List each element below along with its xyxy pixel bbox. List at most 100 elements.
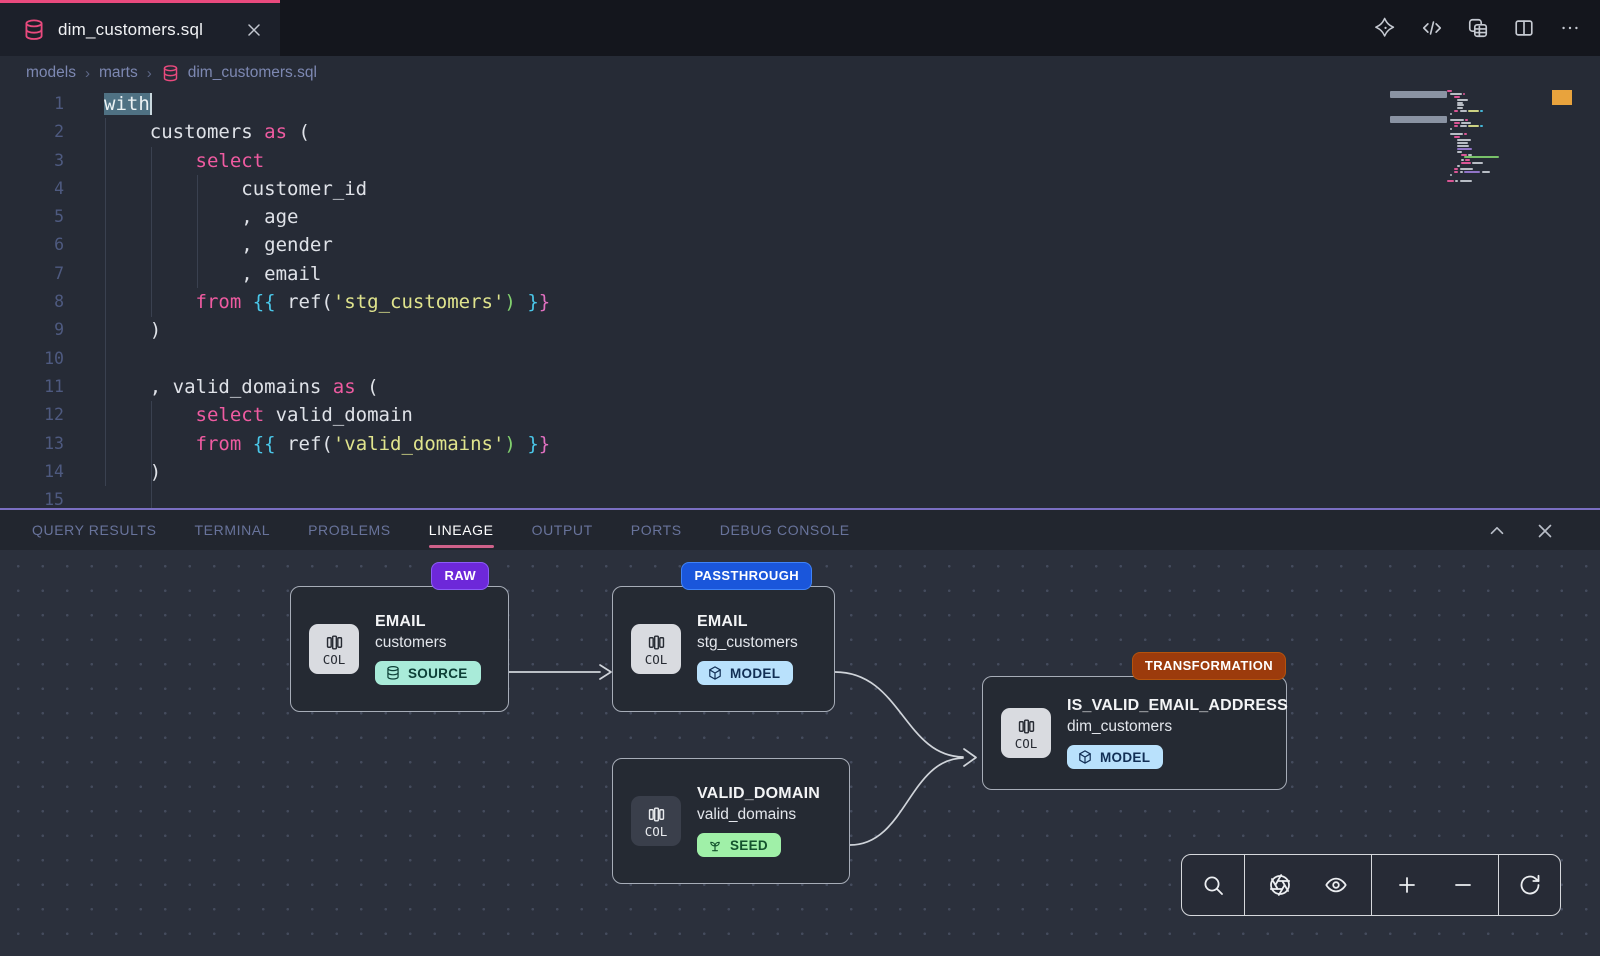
code-token: ) bbox=[504, 433, 515, 455]
minimap-line bbox=[1447, 107, 1533, 109]
minimap-segment bbox=[1450, 119, 1464, 121]
toolbar-group bbox=[1499, 855, 1560, 915]
copy-table bbox=[1467, 17, 1489, 39]
line-number: 6 bbox=[0, 231, 64, 259]
lineage-toolbar-eye-button[interactable] bbox=[1316, 865, 1356, 905]
minimap-line bbox=[1447, 171, 1533, 173]
code-token: } bbox=[527, 291, 538, 313]
panel-header-icons bbox=[1486, 510, 1556, 552]
breadcrumb-label: models bbox=[26, 64, 76, 82]
close-panel-button[interactable] bbox=[1534, 520, 1556, 542]
minimap-line bbox=[1447, 180, 1533, 182]
columns-icon bbox=[1017, 717, 1036, 736]
minimap-line bbox=[1447, 128, 1533, 130]
minimap-line bbox=[1447, 168, 1533, 170]
panel-tab-query-results[interactable]: QUERY RESULTS bbox=[32, 509, 157, 551]
copy-table-button[interactable] bbox=[1466, 16, 1490, 40]
panel-tab-terminal[interactable]: TERMINAL bbox=[195, 509, 271, 551]
node-model-name: stg_customers bbox=[697, 634, 798, 652]
minimap-line bbox=[1447, 99, 1533, 101]
code-line: customer_id bbox=[104, 175, 550, 203]
minimap-segment bbox=[1447, 90, 1452, 92]
code-content[interactable]: with customers as ( select customer_id ,… bbox=[104, 90, 550, 508]
panel-tab-problems[interactable]: PROBLEMS bbox=[308, 509, 391, 551]
column-block-label: COL bbox=[323, 653, 346, 666]
toolbar-group bbox=[1372, 855, 1499, 915]
code-editor[interactable]: 123456789101112131415 with customers as … bbox=[0, 90, 1600, 508]
more-ellipsis-button[interactable] bbox=[1558, 16, 1582, 40]
code-token: select bbox=[196, 150, 265, 172]
dbt-logo bbox=[1375, 17, 1397, 39]
code-line: select bbox=[104, 147, 550, 175]
minimap-line bbox=[1447, 177, 1533, 179]
minimap-segment bbox=[1460, 180, 1473, 182]
lineage-toolbar-aperture-button[interactable] bbox=[1260, 865, 1300, 905]
line-number: 7 bbox=[0, 260, 64, 288]
minimap-segment bbox=[1461, 162, 1471, 164]
node-body: EMAILstg_customersMODEL bbox=[697, 613, 798, 685]
node-column-name: VALID_DOMAIN bbox=[697, 785, 820, 803]
node-model-name: dim_customers bbox=[1067, 718, 1172, 736]
line-number: 14 bbox=[0, 458, 64, 486]
code-token bbox=[516, 291, 527, 313]
code-token: {{ bbox=[253, 433, 276, 455]
breadcrumb-label: dim_customers.sql bbox=[188, 64, 317, 82]
overview-ruler-marker bbox=[1552, 90, 1572, 105]
lineage-toolbar-zoom-out-button[interactable] bbox=[1443, 865, 1483, 905]
panel-tab-lineage[interactable]: LINEAGE bbox=[429, 509, 494, 551]
minimap[interactable] bbox=[1447, 90, 1533, 508]
minimap-line bbox=[1447, 102, 1533, 104]
lineage-toolbar-zoom-in-button[interactable] bbox=[1387, 865, 1427, 905]
minimap-decoration bbox=[1390, 91, 1447, 98]
code-token: customer_id bbox=[104, 178, 367, 200]
breadcrumb-item-marts[interactable]: marts bbox=[99, 64, 138, 82]
lineage-toolbar-refresh-button[interactable] bbox=[1510, 865, 1550, 905]
search-icon bbox=[1201, 873, 1225, 897]
panel-tab-output[interactable]: OUTPUT bbox=[532, 509, 593, 551]
code-token: ( bbox=[287, 121, 310, 143]
minimap-line bbox=[1447, 133, 1533, 135]
lineage-node-dim_customers[interactable]: TRANSFORMATIONCOLIS_VALID_EMAIL_ADDRESSd… bbox=[982, 676, 1287, 790]
split-editor-button[interactable] bbox=[1512, 16, 1536, 40]
code-token: 'valid_domains' bbox=[333, 433, 505, 455]
line-number: 15 bbox=[0, 486, 64, 508]
lineage-node-valid_domains[interactable]: COLVALID_DOMAINvalid_domainsSEED bbox=[612, 758, 850, 884]
node-column-name: EMAIL bbox=[375, 613, 426, 631]
minimap-decoration bbox=[1390, 116, 1447, 123]
sprout-icon bbox=[707, 837, 723, 853]
panel-tab-debug-console[interactable]: DEBUG CONSOLE bbox=[720, 509, 850, 551]
node-tag-raw: RAW bbox=[431, 562, 489, 590]
code-token: as bbox=[333, 376, 356, 398]
toolbar-group bbox=[1182, 855, 1245, 915]
node-type-label: MODEL bbox=[1100, 750, 1150, 765]
minimap-segment bbox=[1461, 159, 1464, 161]
lineage-node-customers[interactable]: RAWCOLEMAILcustomersSOURCE bbox=[290, 586, 509, 712]
code-token bbox=[104, 433, 196, 455]
column-icon-block: COL bbox=[309, 624, 359, 674]
breadcrumb-item-dim-customers-sql[interactable]: dim_customers.sql bbox=[161, 64, 317, 83]
minimap-segment bbox=[1457, 102, 1463, 104]
panel-tab-ports[interactable]: PORTS bbox=[631, 509, 682, 551]
code-token: valid_domain bbox=[264, 404, 413, 426]
lineage-toolbar-search-button[interactable] bbox=[1193, 865, 1233, 905]
minimap-line bbox=[1447, 90, 1533, 92]
column-icon-block: COL bbox=[631, 624, 681, 674]
lineage-canvas[interactable]: RAWCOLEMAILcustomersSOURCEPASSTHROUGHCOL… bbox=[0, 550, 1600, 956]
minimap-line bbox=[1447, 104, 1533, 106]
editor-tab-dim-customers[interactable]: dim_customers.sql bbox=[0, 0, 280, 56]
code-token: , valid_domains bbox=[104, 376, 333, 398]
tab-close-icon[interactable] bbox=[244, 20, 264, 40]
aperture-icon bbox=[1268, 873, 1292, 897]
panel-tabs: QUERY RESULTS TERMINAL PROBLEMS LINEAGE OUTP… bbox=[32, 509, 850, 551]
minimap-segment bbox=[1468, 154, 1473, 156]
tab-title: dim_customers.sql bbox=[58, 20, 232, 40]
minimap-line bbox=[1447, 93, 1533, 95]
columns-icon bbox=[325, 633, 344, 652]
code-token: customers bbox=[104, 121, 264, 143]
chevron-up-panel-button[interactable] bbox=[1486, 520, 1508, 542]
dbt-logo-button[interactable] bbox=[1374, 16, 1398, 40]
node-column-name: EMAIL bbox=[697, 613, 748, 631]
lineage-node-stg_customers[interactable]: PASSTHROUGHCOLEMAILstg_customersMODEL bbox=[612, 586, 835, 712]
code-brackets-button[interactable] bbox=[1420, 16, 1444, 40]
breadcrumb-item-models[interactable]: models bbox=[26, 64, 76, 82]
